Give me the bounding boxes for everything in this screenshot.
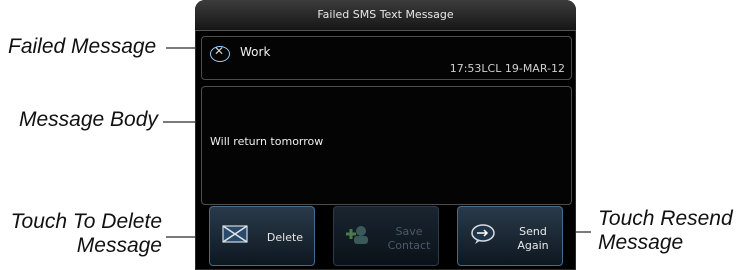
callout-message-body: Message Body [19, 108, 158, 131]
save-contact-label: Save Contact [387, 225, 431, 252]
title-bar: Failed SMS Text Message [195, 0, 576, 31]
callout-failed-message: Failed Message [8, 35, 157, 58]
save-contact-button[interactable]: Save Contact [333, 206, 439, 266]
delete-button-label: Delete [266, 231, 304, 244]
sender-name: Work [240, 45, 271, 59]
send-bubble-icon [471, 224, 495, 244]
failed-message-row[interactable]: Work 17:53LCL 19-MAR-12 [201, 36, 572, 80]
add-contact-icon [346, 226, 368, 244]
message-body-text: Will return tomorrow [210, 135, 324, 148]
callout-touch-delete: Touch To Delete Message [10, 210, 162, 257]
message-body-panel: Will return tomorrow [201, 86, 572, 205]
window-title: Failed SMS Text Message [317, 8, 454, 21]
send-again-label: Send Again [517, 225, 549, 252]
message-timestamp: 17:53LCL 19-MAR-12 [449, 62, 565, 75]
device-screen: Failed SMS Text Message Work 17:53LCL 19… [195, 0, 576, 270]
failed-x-icon [210, 44, 230, 62]
send-again-button[interactable]: Send Again [457, 206, 563, 266]
delete-button[interactable]: Delete [209, 206, 315, 266]
delete-envelope-icon [222, 225, 248, 243]
callout-touch-resend: Touch Resend Message [598, 207, 733, 254]
